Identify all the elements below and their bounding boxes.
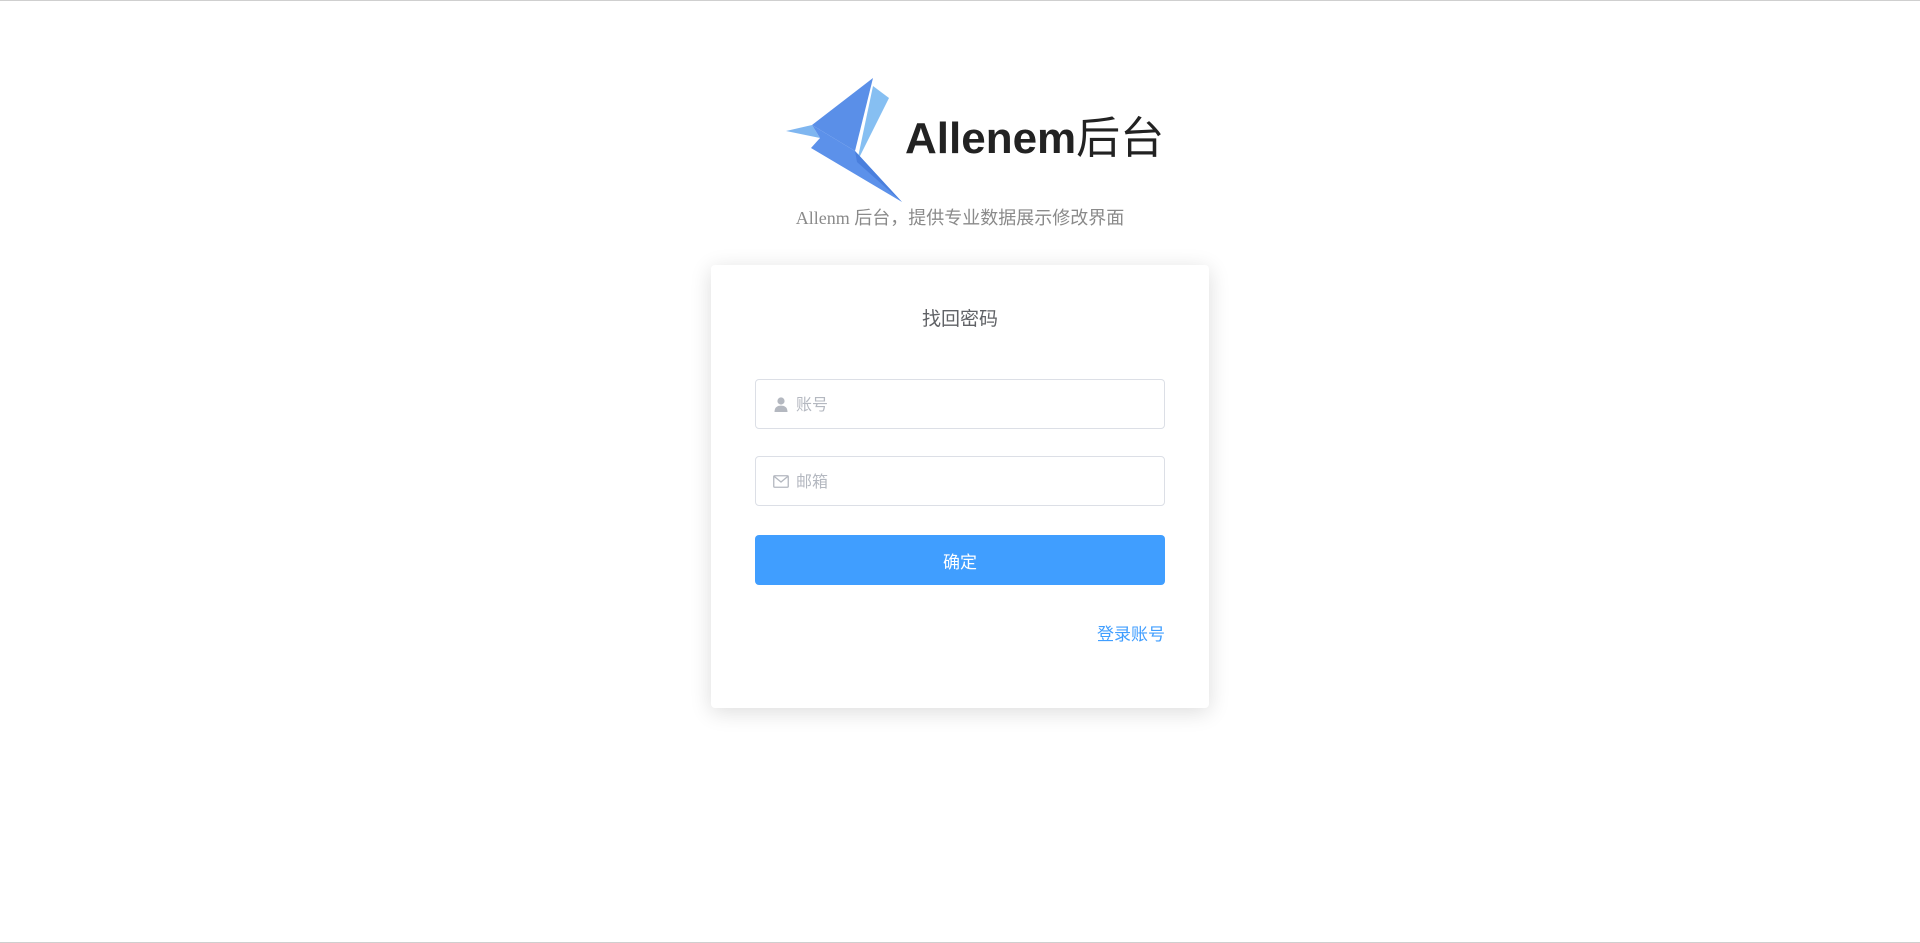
- app-title-latin: Allenem: [905, 114, 1077, 163]
- mail-icon: [770, 470, 792, 492]
- app-title: Allenem后台: [905, 109, 1164, 169]
- brand-header: Allenem后台: [785, 76, 1164, 202]
- app-subtitle: Allenm 后台，提供专业数据展示修改界面: [795, 208, 1125, 228]
- user-icon: [770, 393, 792, 415]
- app-title-cjk: 后台: [1076, 113, 1165, 164]
- email-input[interactable]: [796, 457, 1164, 505]
- account-field[interactable]: [755, 379, 1165, 429]
- login-account-link[interactable]: 登录账号: [1097, 623, 1165, 647]
- page: Allenem后台 Allenm 后台，提供专业数据展示修改界面 找回密码 账号…: [0, 0, 1920, 943]
- confirm-button[interactable]: 确定: [755, 535, 1165, 585]
- card-title: 找回密码: [921, 309, 998, 330]
- account-input[interactable]: [796, 380, 1164, 428]
- origami-bird-logo: [786, 78, 902, 202]
- email-field[interactable]: [755, 456, 1165, 506]
- recover-password-card: 找回密码 确定 登录账号: [711, 265, 1209, 708]
